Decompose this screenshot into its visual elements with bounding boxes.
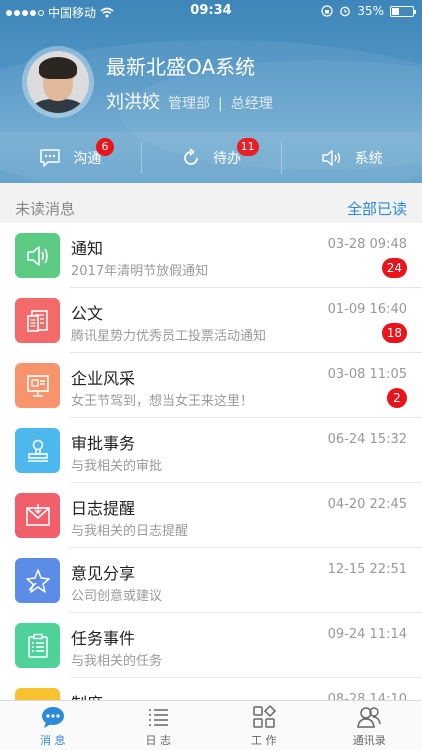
stamp-icon xyxy=(15,428,60,473)
tab-log[interactable]: 日 志 xyxy=(106,701,212,750)
message-time: 04-20 22:45 xyxy=(327,497,407,512)
alarm-icon xyxy=(340,6,351,17)
message-time: 08-28 14:10 xyxy=(327,692,407,700)
message-title: 任务事件 xyxy=(71,629,136,648)
message-time: 09-24 11:14 xyxy=(327,627,407,642)
message-preview: 女王节驾到，想当女王来这里！ xyxy=(71,394,254,409)
quick-action-chat[interactable]: 沟通 6 xyxy=(0,132,141,183)
message-preview: 2017年清明节放假通知 xyxy=(71,264,209,279)
quick-action-system[interactable]: 系统 xyxy=(281,132,422,183)
user-position: 总经理 xyxy=(230,95,273,112)
message-list[interactable]: 通知 03-28 09:48 2017年清明节放假通知 24 公文 01-09 … xyxy=(0,223,422,700)
message-title: 日志提醒 xyxy=(71,499,136,518)
tab-label: 通讯录 xyxy=(352,733,386,747)
speaker-icon xyxy=(321,149,340,166)
mail-icon xyxy=(15,493,60,538)
message-row-log-reminder[interactable]: 日志提醒 04-20 22:45 与我相关的日志提醒 xyxy=(0,483,422,548)
quick-action-label: 待办 xyxy=(213,150,241,167)
message-time: 01-09 16:40 xyxy=(327,302,407,317)
message-title: 制度 xyxy=(71,690,103,700)
message-title: 公文 xyxy=(71,304,104,323)
message-time: 03-28 09:48 xyxy=(327,237,407,252)
clipboard-icon xyxy=(15,623,60,668)
mark-all-read-button[interactable]: 全部已读 xyxy=(347,198,407,219)
apps-grid-icon xyxy=(253,704,276,728)
message-title: 通知 xyxy=(71,239,104,258)
message-row-feedback[interactable]: 意见分享 12-15 22:51 公司创意或建议 xyxy=(0,548,422,613)
message-preview: 腾讯星势力优秀员工投票活动通知 xyxy=(71,329,267,344)
message-row-official-document[interactable]: 公文 01-09 16:40 腾讯星势力优秀员工投票活动通知 18 xyxy=(0,288,422,353)
message-preview: 公司创意或建议 xyxy=(71,589,163,604)
orientation-lock-icon xyxy=(321,5,333,17)
tab-label: 工 作 xyxy=(251,733,277,747)
tab-label: 消 息 xyxy=(40,733,66,747)
battery-icon xyxy=(390,5,416,17)
message-preview: 与我相关的审批 xyxy=(71,459,163,474)
battery-percent: 35% xyxy=(357,4,384,18)
status-bar: 中国移动 09:34 35% xyxy=(0,0,422,24)
presentation-icon xyxy=(15,363,60,408)
refresh-icon xyxy=(184,147,198,165)
list-icon xyxy=(149,708,169,726)
message-row-tasks[interactable]: 任务事件 09-24 11:14 与我相关的任务 xyxy=(0,613,422,678)
message-time: 12-15 22:51 xyxy=(327,562,407,577)
message-time: 06-24 15:32 xyxy=(327,432,407,447)
app-title: 最新北盛OA系统 xyxy=(106,54,256,79)
unread-count-badge: 18 xyxy=(381,323,407,343)
message-row-regulations[interactable]: 制度 08-28 14:10 xyxy=(0,678,422,700)
message-preview: 与我相关的任务 xyxy=(71,654,163,669)
bottom-tab-bar: 消 息 日 志 工 作 通讯录 xyxy=(0,700,422,750)
message-row-company-culture[interactable]: 企业风采 03-08 11:05 女王节驾到，想当女王来这里！ 2 xyxy=(0,353,422,418)
contacts-icon xyxy=(357,706,381,728)
chat-icon xyxy=(40,148,61,167)
speaker-icon xyxy=(15,233,60,278)
profile-header: 中国移动 09:34 35% 最新北盛OA系统 刘洪姣 管理部 | 总经理 沟通… xyxy=(0,0,422,183)
tab-contacts[interactable]: 通讯录 xyxy=(317,701,422,750)
message-preview: 与我相关的日志提醒 xyxy=(71,524,189,539)
tab-work[interactable]: 工 作 xyxy=(211,701,317,750)
quick-action-todo[interactable]: 待办 11 xyxy=(140,132,282,183)
message-row-notice[interactable]: 通知 03-28 09:48 2017年清明节放假通知 24 xyxy=(0,223,422,288)
message-title: 企业风采 xyxy=(71,369,136,388)
user-department: 管理部 xyxy=(168,95,210,112)
quick-action-label: 系统 xyxy=(354,150,383,167)
section-title: 未读消息 xyxy=(15,199,76,218)
avatar[interactable] xyxy=(27,51,89,113)
folder-icon xyxy=(15,688,60,700)
message-row-approval[interactable]: 审批事务 06-24 15:32 与我相关的审批 xyxy=(0,418,422,483)
message-title: 审批事务 xyxy=(71,434,136,453)
message-icon xyxy=(41,706,64,728)
avatar-frame xyxy=(22,46,94,118)
quick-actions-bar: 沟通 6 待办 11 系统 xyxy=(0,132,422,183)
share-star-icon xyxy=(15,558,60,603)
document-icon xyxy=(15,298,60,343)
user-name: 刘洪姣 xyxy=(106,91,160,113)
separator: | xyxy=(218,95,223,112)
unread-section-header: 未读消息 全部已读 xyxy=(0,193,422,223)
tab-messages[interactable]: 消 息 xyxy=(0,701,106,750)
todo-badge: 11 xyxy=(236,138,259,156)
user-profile[interactable]: 最新北盛OA系统 刘洪姣 管理部 | 总经理 xyxy=(22,46,273,118)
tab-label: 日 志 xyxy=(145,733,172,747)
unread-badge: 6 xyxy=(96,138,114,156)
message-time: 03-08 11:05 xyxy=(327,367,407,382)
unread-count-badge: 24 xyxy=(381,258,407,278)
message-title: 意见分享 xyxy=(71,564,136,583)
unread-count-badge: 2 xyxy=(387,388,407,408)
